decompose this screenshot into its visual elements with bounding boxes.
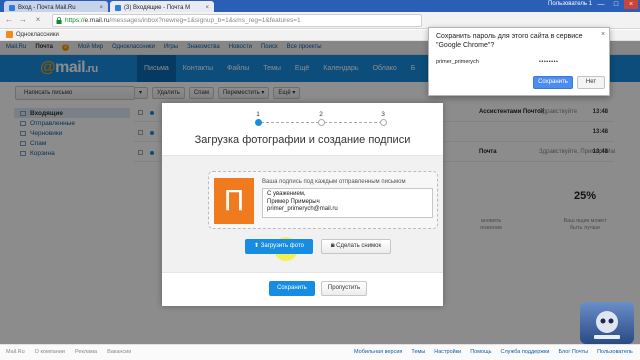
maximize-icon[interactable]: □ (609, 0, 623, 9)
stop-reload-icon[interactable]: × (33, 15, 43, 25)
avatar[interactable]: П (214, 178, 254, 224)
take-snapshot-label: Сделать снимок (336, 243, 382, 249)
bookmark-odnoklassniki[interactable]: Одноклассники (6, 31, 59, 38)
step-number-1: 1 (256, 111, 260, 118)
footer-link[interactable]: Mail.Ru (6, 349, 25, 355)
minimize-icon[interactable]: — (594, 0, 608, 9)
forward-arrow-icon[interactable]: → (18, 15, 28, 25)
chrome-user-label[interactable]: Пользователь 1 (548, 1, 592, 7)
footer-link[interactable]: О компании (35, 349, 65, 355)
footer-link[interactable]: Реклама (75, 349, 97, 355)
signature-line-2: Пример Примерыч (267, 198, 320, 205)
tab-close-icon[interactable]: × (99, 5, 103, 11)
signature-caption: Ваша подпись под каждым отправленным пис… (262, 179, 406, 185)
url-path: /messages/inbox?newreg=1&signup_b=1&sms_… (109, 17, 301, 24)
mailru-favicon-icon (115, 4, 121, 11)
tab-label: (3) Входящие - Почта M (124, 4, 191, 11)
upload-photo-label: Загрузить фото (260, 243, 304, 249)
signature-textarea[interactable]: С уважением, Пример Примерыч primer_prim… (262, 188, 433, 218)
footer-link[interactable]: Блог Почты (558, 349, 588, 355)
take-snapshot-button[interactable]: ◙ Сделать снимок (321, 239, 391, 254)
step-dot-3 (380, 119, 387, 126)
browser-titlebar: Вход - Почта Mail.Ru × (3) Входящие - По… (0, 0, 640, 12)
page-footer: Mail.Ru О компании Реклама Вакансии Мобильн… (0, 344, 640, 360)
tab-label: Вход - Почта Mail.Ru (18, 4, 76, 11)
footer-link[interactable]: Служба поддержки (500, 349, 549, 355)
step-number-3: 3 (381, 111, 385, 118)
lock-icon (56, 17, 62, 24)
screen: Вход - Почта Mail.Ru × (3) Входящие - По… (0, 0, 640, 360)
tab-close-icon[interactable]: × (205, 5, 209, 11)
browser-tab-inbox[interactable]: (3) Входящие - Почта M × (110, 1, 214, 12)
mailru-favicon-icon (9, 4, 15, 11)
wizard-steps: 1 2 3 (162, 111, 443, 129)
address-bar[interactable]: https://e.mail.ru/messages/inbox?newreg=… (52, 14, 422, 27)
upload-icon: ⬆ (254, 243, 260, 249)
step-connector (324, 122, 382, 123)
save-password-title: Сохранить пароль для этого сайта в серви… (436, 33, 583, 49)
step-number-2: 2 (319, 111, 323, 118)
footer-left-links: Mail.Ru О компании Реклама Вакансии (6, 349, 131, 355)
footer-link[interactable]: Пользователь (597, 349, 633, 355)
window-controls: — □ × (594, 0, 638, 9)
modal-title: Загрузка фотографии и создание подписи (194, 134, 411, 146)
footer-link[interactable]: Помощь (470, 349, 491, 355)
url-host: e.mail.ru (84, 17, 110, 24)
close-icon[interactable]: × (601, 31, 605, 38)
url-scheme: https:// (65, 17, 85, 24)
step-dot-1 (255, 119, 262, 126)
upload-photo-button[interactable]: ⬆ Загрузить фото (245, 239, 313, 254)
camera-icon: ◙ (330, 243, 335, 249)
back-arrow-icon[interactable]: ← (4, 15, 14, 25)
footer-link[interactable]: Мобильная версия (354, 349, 402, 355)
footer-link[interactable]: Настройки (434, 349, 461, 355)
saved-password[interactable]: •••••••• (539, 59, 558, 65)
signature-line-3: primer_primerych@mail.ru (267, 206, 338, 212)
step-connector (261, 122, 319, 123)
saved-username[interactable]: primer_primerych (436, 59, 479, 65)
save-password-button[interactable]: Сохранить (533, 76, 573, 89)
signature-dropzone[interactable]: П Ваша подпись под каждым отправленным п… (208, 171, 438, 229)
save-button[interactable]: Сохранить (269, 281, 315, 296)
footer-link[interactable]: Вакансии (107, 349, 131, 355)
browser-tab-login[interactable]: Вход - Почта Mail.Ru × (4, 1, 108, 12)
save-password-popup: Сохранить пароль для этого сайта в серви… (428, 27, 610, 96)
odnoklassniki-icon (6, 31, 13, 38)
robot-logo-icon (594, 311, 620, 339)
signature-panel: П Ваша подпись под каждым отправленным п… (162, 155, 443, 273)
decline-password-button[interactable]: Нет (577, 76, 605, 89)
bookmark-label: Одноклассники (16, 31, 59, 38)
video-watermark-logo (580, 302, 634, 344)
signup-wizard-modal: 1 2 3 Загрузка фотографии и создание под… (162, 103, 443, 306)
signature-line-1: С уважением, (267, 191, 306, 197)
footer-link[interactable]: Темы (411, 349, 425, 355)
window-close-icon[interactable]: × (624, 0, 638, 9)
step-dot-2 (318, 119, 325, 126)
skip-button[interactable]: Пропустить (321, 281, 367, 296)
footer-right-links: Мобильная версия Темы Настройки Помощь Служб… (354, 349, 633, 355)
